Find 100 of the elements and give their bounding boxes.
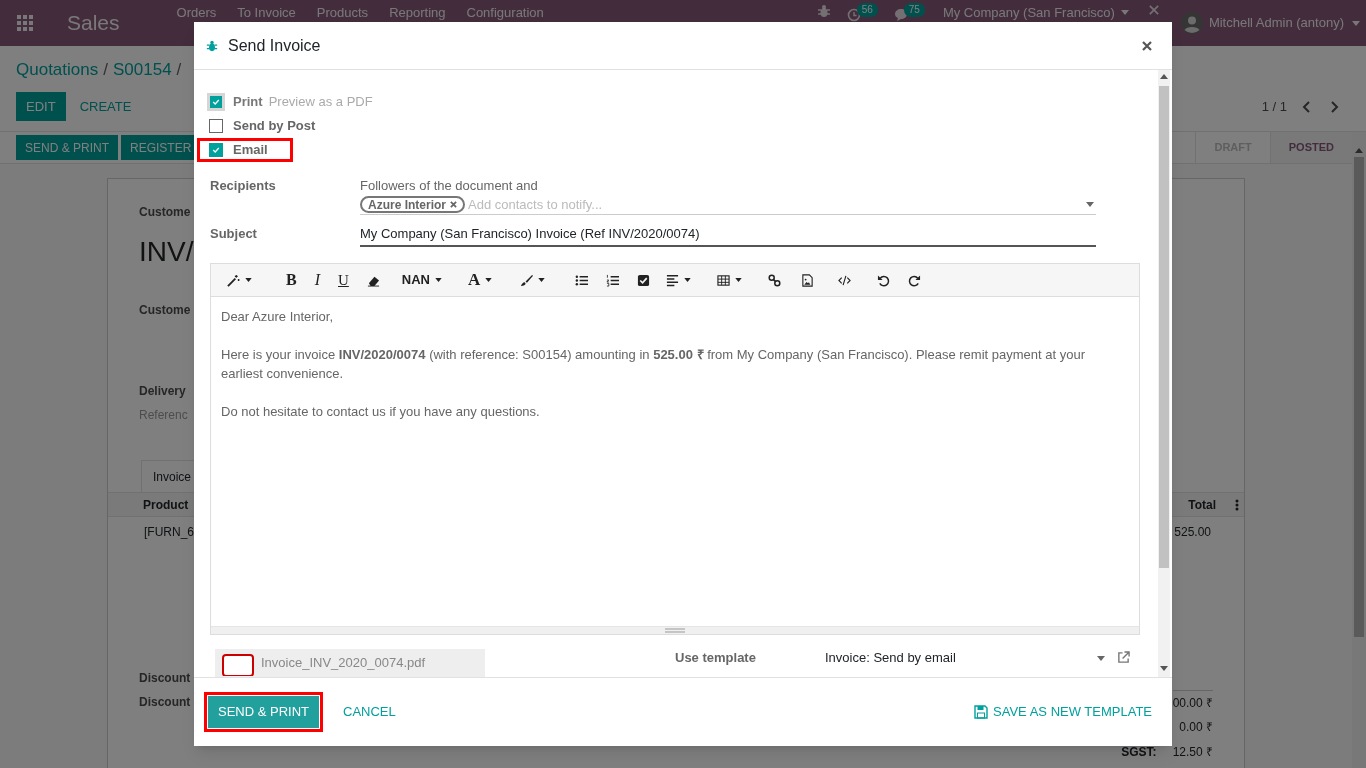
attachment-name: Invoice_INV_2020_0074.pdf [261, 654, 426, 672]
caret-icon [1352, 20, 1360, 26]
cancel-button[interactable]: CANCEL [337, 696, 402, 728]
dialog-title: Send Invoice [228, 35, 321, 56]
checkmark-icon [212, 146, 220, 154]
user-menu[interactable]: Mitchell Admin (antony) [1208, 13, 1344, 33]
checkbox-icon [637, 273, 651, 287]
bug-icon[interactable] [816, 4, 831, 18]
external-link-icon[interactable] [1117, 651, 1130, 664]
brush-icon [520, 273, 534, 287]
field-value: Invoice: Send by email [825, 649, 956, 668]
avatar-icon[interactable] [1180, 12, 1203, 34]
table-cell-text: [FURN_6 [144, 524, 194, 541]
checkmark-icon [212, 98, 220, 106]
checkbox[interactable] [209, 143, 223, 157]
menu-item[interactable]: Reporting [389, 3, 446, 23]
message-paragraph: Do not hesitate to contact us if you have any questions. [221, 403, 541, 421]
redo-icon [908, 273, 922, 287]
bullet-list-icon [575, 273, 589, 287]
scrollbar-thumb[interactable] [1159, 86, 1169, 568]
clock-icon[interactable] [846, 8, 861, 22]
previous-icon[interactable] [1301, 100, 1311, 113]
table-cell-text: 525.00 [1174, 524, 1211, 541]
breadcrumb-separator: / [176, 59, 182, 82]
field-label: Delivery [139, 383, 186, 400]
contact-tag[interactable]: Azure Interior [360, 196, 465, 213]
caret-icon [1160, 666, 1168, 671]
scrollbar[interactable] [1352, 132, 1366, 768]
document-number: INV/ [139, 235, 194, 269]
grip-icon [665, 628, 685, 633]
pager-value: 1 / 1 [1261, 97, 1287, 116]
field-label: Custome [139, 302, 191, 319]
field-label: Custome [139, 204, 191, 221]
subject-field[interactable]: My Company (San Francisco) Invoice (Ref INV/2020/0074) [360, 225, 1096, 247]
chat-icon[interactable] [893, 8, 908, 22]
menu-item[interactable]: Products [316, 3, 369, 23]
caret-icon [1120, 10, 1129, 16]
company-switcher[interactable]: My Company (San Francisco) [942, 3, 1115, 23]
field-label: Subject [210, 225, 258, 243]
image-icon [801, 273, 815, 287]
option-label: Print [233, 93, 263, 112]
toolbar-button[interactable]: U [336, 268, 351, 292]
field-placeholder: Add contacts to notify... [468, 195, 603, 214]
link-icon [768, 273, 782, 287]
toolbar-button[interactable]: NAN [399, 268, 444, 292]
align-left-icon [666, 273, 680, 287]
toolbar-button[interactable]: I [312, 268, 322, 292]
breadcrumb-link[interactable]: S00154 [112, 57, 172, 83]
wand-icon [227, 273, 240, 287]
scrollbar-thumb[interactable] [1354, 157, 1364, 637]
remove-icon[interactable] [450, 201, 457, 208]
breadcrumb-separator: / [103, 59, 108, 82]
toolbar-button[interactable]: A [466, 268, 495, 292]
column-header: Total [1188, 496, 1216, 514]
field-label: Recipients [210, 177, 277, 195]
menu-item[interactable]: Orders [176, 3, 217, 23]
scrollbar[interactable] [1158, 70, 1170, 677]
numbered-list-icon [606, 273, 620, 287]
total-value: 0.00 ₹ [1178, 719, 1213, 736]
count-badge: 56 [856, 3, 878, 17]
column-header: Product [143, 496, 189, 514]
save-template-button[interactable]: SAVE AS NEW TEMPLATE [968, 696, 1158, 728]
table-icon [717, 273, 731, 287]
field-label: Use template [675, 649, 757, 667]
menu-item[interactable]: To Invoice [237, 3, 296, 23]
caret-icon [1097, 655, 1105, 661]
bug-icon[interactable] [206, 39, 218, 52]
toolbar-button[interactable]: B [284, 268, 299, 292]
count-badge: 75 [903, 3, 925, 17]
apps-menu-icon[interactable] [17, 15, 33, 31]
undo-icon [877, 273, 891, 287]
file-icon [222, 654, 254, 676]
tag-label: Azure Interior [368, 196, 446, 214]
action-button[interactable]: SEND & PRINT [16, 135, 118, 160]
breadcrumb-link[interactable]: Quotations [16, 57, 99, 83]
option-label: Send by Post [233, 117, 316, 136]
recipients-note: Followers of the document and [360, 177, 539, 195]
option-label: Email [233, 141, 268, 160]
next-icon[interactable] [1330, 100, 1340, 113]
total-label: SGST: [1121, 744, 1157, 761]
kebab-icon[interactable] [1235, 498, 1239, 511]
code-icon [838, 273, 852, 287]
close-icon[interactable] [1142, 40, 1152, 51]
attachment-card[interactable]: Invoice_INV_2020_0074.pdf [215, 649, 485, 677]
resize-handle[interactable] [211, 626, 1139, 634]
send-button[interactable]: SEND & PRINT [208, 696, 319, 728]
message-paragraph: Here is your invoice INV/2020/0074 (with reference: S00154) amounting in 525.00 ₹ from My Company (San Francisco). Please remit payment at your earliest convenience. [221, 346, 1086, 383]
total-value: 12.50 ₹ [1172, 744, 1213, 761]
message-paragraph: Dear Azure Interior, [221, 308, 334, 326]
caret-icon [1160, 74, 1168, 79]
recipients-field[interactable]: Azure Interior Add contacts to notify... [360, 195, 1096, 215]
caret-icon [1086, 202, 1094, 207]
menu-item[interactable]: Configuration [466, 3, 544, 23]
status-step[interactable]: POSTED [1269, 132, 1352, 163]
field-label: Discount [139, 694, 191, 711]
template-field[interactable]: Invoice: Send by email [825, 649, 1105, 667]
create-button[interactable]: CREATE [69, 92, 142, 121]
checkbox[interactable] [209, 119, 223, 133]
edit-button[interactable]: EDIT [16, 92, 66, 121]
field-label: Discount [139, 670, 191, 687]
